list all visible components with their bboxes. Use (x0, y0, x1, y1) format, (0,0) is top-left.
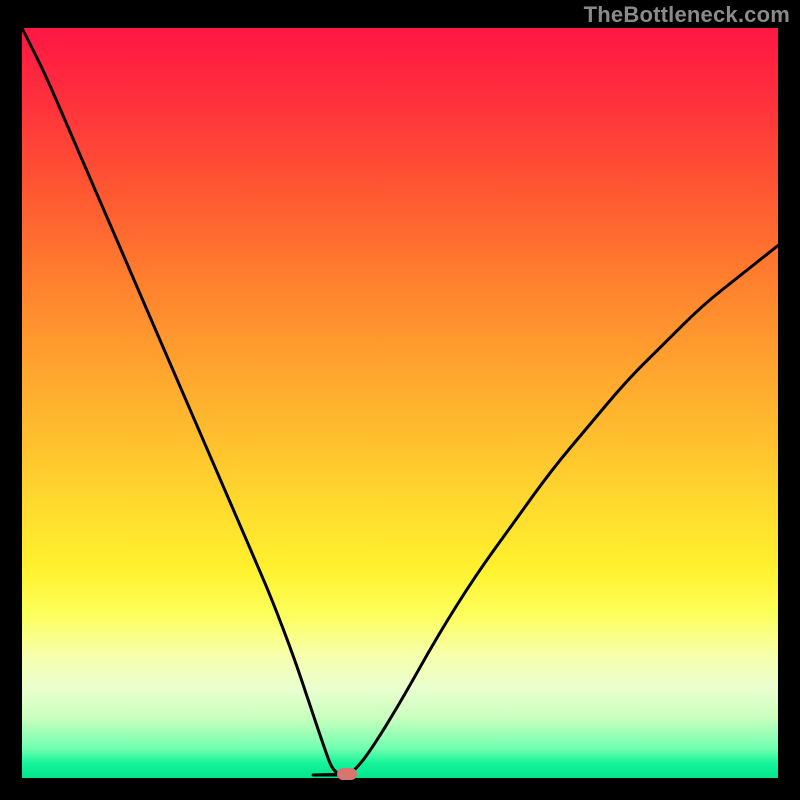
bottleneck-curve (22, 28, 778, 778)
optimum-marker (337, 768, 357, 780)
watermark-text: TheBottleneck.com (584, 2, 790, 28)
chart-frame: TheBottleneck.com (0, 0, 800, 800)
plot-area (22, 28, 778, 778)
